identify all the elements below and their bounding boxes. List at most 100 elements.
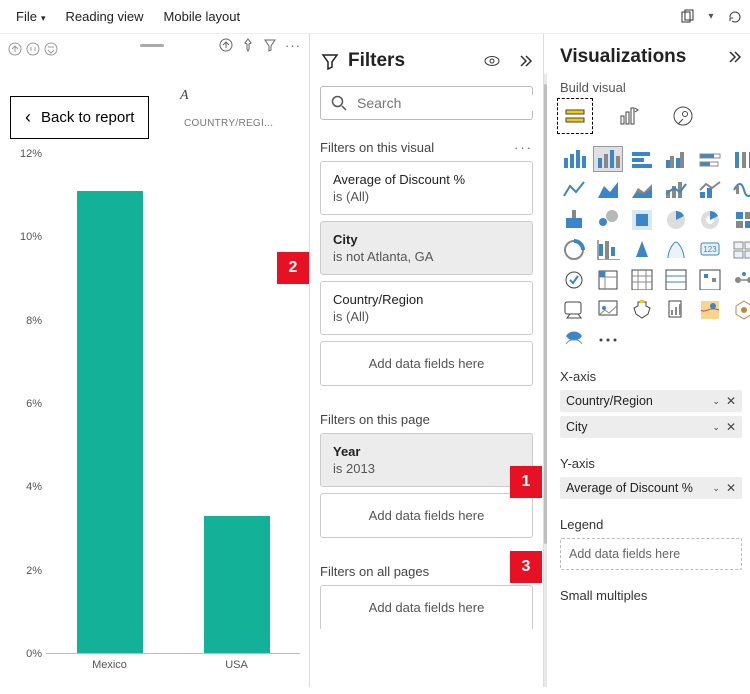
- viz-type-more-visuals[interactable]: [594, 327, 622, 351]
- viz-type-ribbon[interactable]: [730, 147, 750, 171]
- legend-drop[interactable]: Add data fields here: [560, 538, 742, 570]
- visibility-icon[interactable]: [483, 52, 501, 70]
- search-box[interactable]: [320, 86, 533, 120]
- remove-field-icon[interactable]: ✕: [726, 420, 736, 434]
- chevron-down-icon[interactable]: ⌄: [712, 422, 720, 433]
- more-icon[interactable]: ···: [514, 140, 533, 155]
- legend-label: Legend: [560, 517, 742, 532]
- more-icon[interactable]: ···: [285, 38, 301, 53]
- callout-2: 2: [277, 252, 309, 284]
- viz-type-pie[interactable]: [662, 207, 690, 231]
- viz-type-filled-map[interactable]: [628, 207, 656, 231]
- viz-type-clustered-column[interactable]: [594, 147, 622, 171]
- viz-type-table[interactable]: [628, 267, 656, 291]
- chart-plot[interactable]: MexicoUSA 0%2%4%6%8%10%12%: [0, 154, 300, 694]
- add-fields-drop[interactable]: Add data fields here: [320, 585, 533, 629]
- y-tick-label: 10%: [20, 231, 42, 243]
- viz-type-paginated[interactable]: [594, 297, 622, 321]
- viz-type-kpi[interactable]: [594, 237, 622, 261]
- filter-condition: is (All): [333, 309, 520, 324]
- viz-type-power-automate[interactable]: [560, 327, 588, 351]
- scrollbar[interactable]: [544, 74, 547, 687]
- add-fields-drop[interactable]: Add data fields here: [320, 493, 533, 538]
- viz-type-scatter[interactable]: [594, 207, 622, 231]
- y-tick-label: 2%: [26, 565, 42, 577]
- viz-type-stacked-bar[interactable]: [560, 147, 588, 171]
- refresh-icon[interactable]: [726, 8, 744, 26]
- pin-icon[interactable]: [241, 38, 255, 53]
- field-pill[interactable]: City ⌄ ✕: [560, 416, 742, 438]
- viz-type-waterfall[interactable]: [730, 177, 750, 201]
- viz-type-azure-map[interactable]: [696, 297, 724, 321]
- mobile-layout-menu[interactable]: Mobile layout: [154, 5, 251, 28]
- viz-type-clustered-bar[interactable]: [662, 147, 690, 171]
- filter-name: Country/Region: [333, 292, 520, 307]
- viz-type-card[interactable]: 123: [696, 237, 724, 261]
- remove-field-icon[interactable]: ✕: [726, 394, 736, 408]
- bar[interactable]: [204, 516, 270, 654]
- chevron-down-icon[interactable]: ⌄: [712, 483, 720, 494]
- format-visual-tab[interactable]: [614, 101, 644, 131]
- y-tick-label: 0%: [26, 648, 42, 660]
- back-to-report-button[interactable]: ‹ Back to report: [10, 96, 149, 139]
- chevron-down-icon[interactable]: ▾: [702, 8, 720, 26]
- copy-icon[interactable]: [678, 8, 696, 26]
- filter-card[interactable]: City is not Atlanta, GA: [320, 221, 533, 275]
- viz-type-multi-card[interactable]: [730, 237, 750, 261]
- y-tick-label: 4%: [26, 481, 42, 493]
- viz-type-smart-narrative[interactable]: [662, 297, 690, 321]
- visual-header-icons-left: [8, 42, 58, 56]
- viz-type-slicer[interactable]: [560, 267, 588, 291]
- x-category-label: Mexico: [71, 659, 149, 671]
- drill-down-icon[interactable]: [26, 42, 40, 56]
- viz-type-decomposition[interactable]: [628, 297, 656, 321]
- viz-type-line-stacked[interactable]: [696, 177, 724, 201]
- export-icon[interactable]: [219, 38, 233, 53]
- filter-icon[interactable]: [263, 38, 277, 53]
- viz-type-arcgis[interactable]: [628, 237, 656, 261]
- viz-type-stacked-area[interactable]: [628, 177, 656, 201]
- analytics-tab[interactable]: [668, 101, 698, 131]
- field-pill[interactable]: Country/Region ⌄ ✕: [560, 390, 742, 412]
- drill-up-icon[interactable]: [8, 42, 22, 56]
- viz-type-r-visual[interactable]: [662, 267, 690, 291]
- filter-card[interactable]: Country/Region is (All): [320, 281, 533, 335]
- viz-type-treemap[interactable]: [730, 207, 750, 231]
- viz-type-key-influencers[interactable]: [730, 267, 750, 291]
- search-input[interactable]: [357, 95, 538, 111]
- drag-handle-icon[interactable]: [140, 44, 164, 47]
- viz-type-qa[interactable]: [560, 297, 588, 321]
- expand-icon[interactable]: [44, 42, 58, 56]
- bar[interactable]: [77, 191, 143, 654]
- viz-type-100-stacked-bar[interactable]: [696, 147, 724, 171]
- collapse-right-icon[interactable]: [726, 49, 742, 65]
- viz-type-area[interactable]: [594, 177, 622, 201]
- filters-pane: Filters Filters on this visual ··· Avera…: [310, 34, 544, 687]
- filter-card[interactable]: Average of Discount % is (All): [320, 161, 533, 215]
- chart-title-trunc: A: [180, 88, 189, 104]
- viz-type-matrix[interactable]: [594, 267, 622, 291]
- build-visual-tab[interactable]: [560, 101, 590, 131]
- viz-type-gauge[interactable]: [560, 237, 588, 261]
- remove-field-icon[interactable]: ✕: [726, 481, 736, 495]
- plot-grid: MexicoUSA: [46, 154, 300, 654]
- filter-name: Year: [333, 444, 520, 459]
- viz-type-line[interactable]: [560, 177, 588, 201]
- viz-type-line-clustered[interactable]: [662, 177, 690, 201]
- chevron-down-icon[interactable]: ⌄: [712, 396, 720, 407]
- file-menu[interactable]: File▾: [6, 5, 55, 28]
- viz-type-donut[interactable]: [696, 207, 724, 231]
- add-fields-drop[interactable]: Add data fields here: [320, 341, 533, 386]
- viz-type-funnel[interactable]: [560, 207, 588, 231]
- viz-type-power-apps[interactable]: [730, 297, 750, 321]
- field-pill[interactable]: Average of Discount % ⌄ ✕: [560, 477, 742, 499]
- viz-type-stacked-bar-h[interactable]: [628, 147, 656, 171]
- viz-type-shape-map[interactable]: [662, 237, 690, 261]
- collapse-right-icon[interactable]: [517, 53, 533, 69]
- viz-tool-tabs: [560, 101, 742, 131]
- top-menu: File▾ Reading view Mobile layout ▾: [0, 0, 750, 34]
- filter-card[interactable]: Year is 2013: [320, 433, 533, 487]
- small-multiples-label: Small multiples: [560, 588, 742, 603]
- reading-view-menu[interactable]: Reading view: [55, 5, 153, 28]
- viz-type-py-visual[interactable]: [696, 267, 724, 291]
